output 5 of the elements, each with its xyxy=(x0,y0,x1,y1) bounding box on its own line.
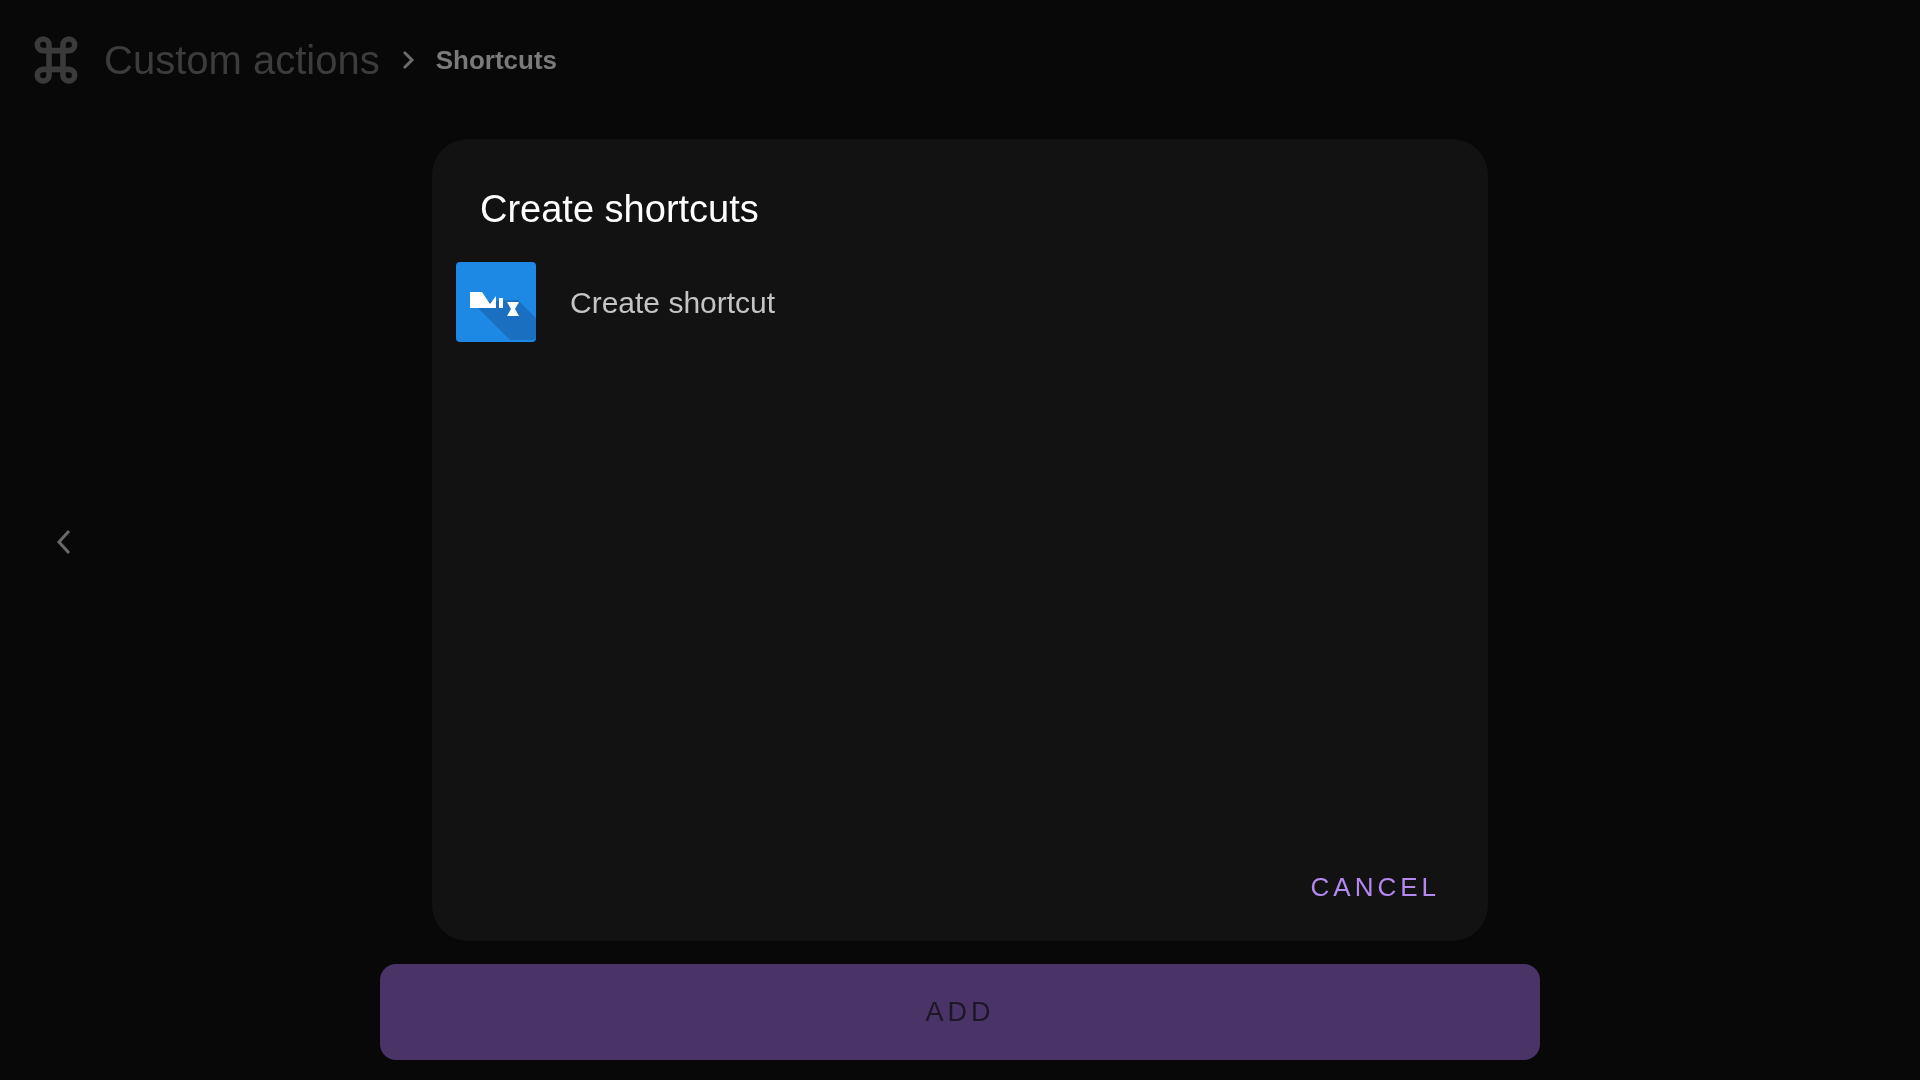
breadcrumb-current: Shortcuts xyxy=(435,43,557,77)
dialog-title: Create shortcuts xyxy=(479,187,760,232)
cancel-button[interactable]: CANCEL xyxy=(1302,862,1448,913)
list-item-label[interactable]: Create shortcut xyxy=(570,279,776,325)
app-icon[interactable] xyxy=(456,262,536,342)
